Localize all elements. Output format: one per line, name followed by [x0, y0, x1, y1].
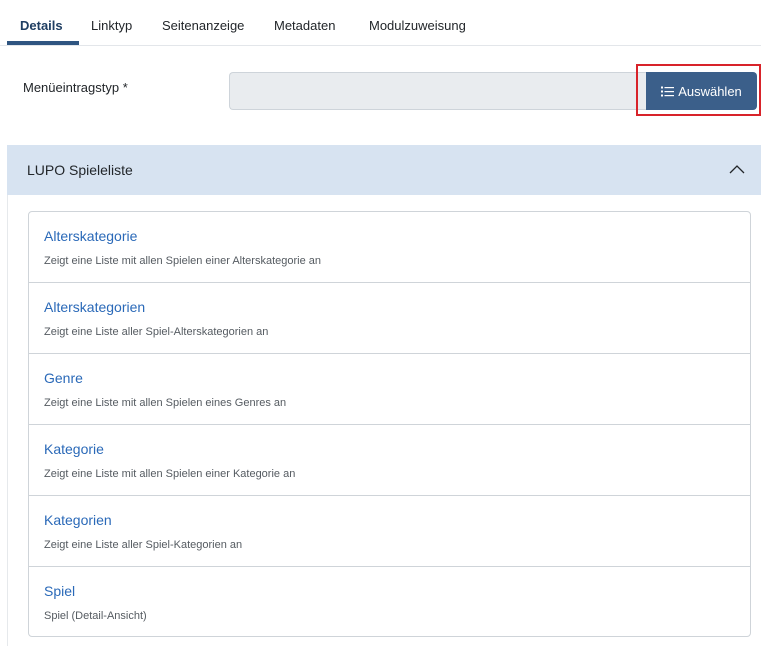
tab-bar: Details Linktyp Seitenanzeige Metadaten … — [0, 0, 761, 46]
tab-linktyp[interactable]: Linktyp — [91, 18, 132, 33]
tab-metadaten[interactable]: Metadaten — [274, 18, 335, 33]
menu-type-title[interactable]: Genre — [44, 370, 83, 386]
menu-type-title[interactable]: Alterskategorie — [44, 228, 137, 244]
menu-type-item-kategorien[interactable]: Kategorien Zeigt eine Liste aller Spiel-… — [29, 496, 750, 567]
tab-seitenanzeige[interactable]: Seitenanzeige — [162, 18, 244, 33]
tab-modulzuweisung[interactable]: Modulzuweisung — [369, 18, 466, 33]
menu-type-item-genre[interactable]: Genre Zeigt eine Liste mit allen Spielen… — [29, 354, 750, 425]
menu-type-description: Zeigt eine Liste aller Spiel-Kategorien … — [44, 539, 243, 551]
select-button-label: Auswählen — [678, 83, 742, 99]
accordion-title: LUPO Spieleliste — [27, 162, 133, 178]
menu-type-list: Alterskategorie Zeigt eine Liste mit all… — [28, 211, 751, 637]
menu-item-editor: Details Linktyp Seitenanzeige Metadaten … — [0, 0, 761, 646]
select-button[interactable]: Auswählen — [646, 72, 757, 110]
accordion-header-lupo-spieleliste[interactable]: LUPO Spieleliste — [7, 145, 761, 195]
list-icon — [661, 86, 675, 96]
menu-type-item-spiel[interactable]: Spiel Spiel (Detail-Ansicht) — [29, 567, 750, 636]
menu-item-type-field[interactable] — [229, 72, 646, 110]
menu-type-title[interactable]: Spiel — [44, 583, 75, 599]
menu-type-item-alterskategorie[interactable]: Alterskategorie Zeigt eine Liste mit all… — [29, 212, 750, 283]
chevron-up-icon[interactable] — [729, 163, 745, 175]
active-tab-indicator — [7, 41, 79, 45]
menu-item-type-label: Menüeintragstyp * — [23, 80, 128, 95]
tab-details[interactable]: Details — [20, 18, 63, 33]
menu-type-description: Zeigt eine Liste aller Spiel-Alterskateg… — [44, 326, 269, 338]
menu-type-title[interactable]: Kategorie — [44, 441, 104, 457]
menu-type-item-kategorie[interactable]: Kategorie Zeigt eine Liste mit allen Spi… — [29, 425, 750, 496]
menu-type-description: Zeigt eine Liste mit allen Spielen einer… — [44, 255, 321, 267]
menu-type-item-alterskategorien[interactable]: Alterskategorien Zeigt eine Liste aller … — [29, 283, 750, 354]
menu-type-title[interactable]: Alterskategorien — [44, 299, 145, 315]
menu-type-description: Zeigt eine Liste mit allen Spielen eines… — [44, 397, 287, 409]
menu-type-description: Zeigt eine Liste mit allen Spielen einer… — [44, 468, 296, 480]
menu-type-title[interactable]: Kategorien — [44, 512, 112, 528]
menu-type-description: Spiel (Detail-Ansicht) — [44, 610, 147, 622]
